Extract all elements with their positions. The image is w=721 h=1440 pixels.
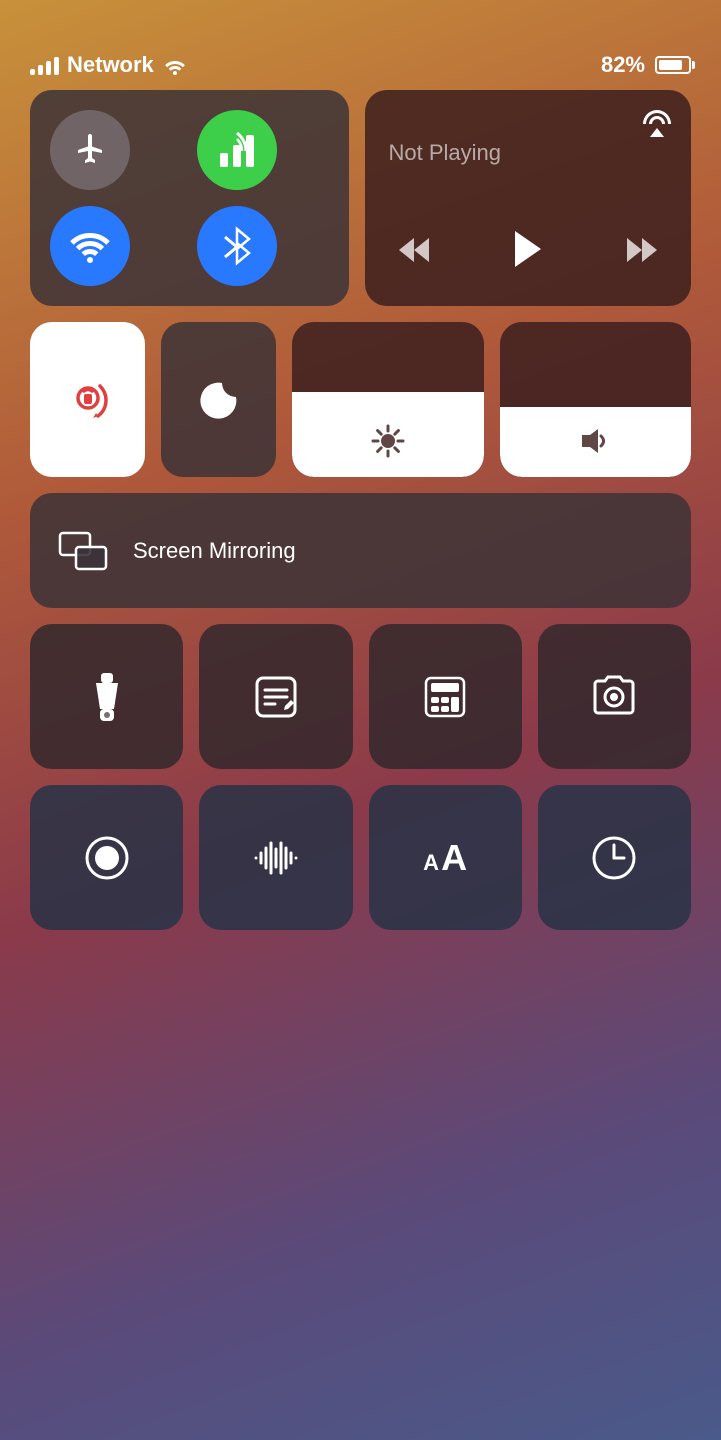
voice-memo-icon — [251, 835, 301, 881]
row-screen-mirroring: Screen Mirroring — [30, 493, 691, 608]
row-shortcuts-1 — [30, 624, 691, 769]
bar4 — [54, 57, 59, 75]
wifi-tile-icon — [68, 227, 112, 265]
screen-mirroring-icon — [58, 531, 113, 571]
volume-icon — [578, 424, 612, 458]
wifi-button[interactable] — [50, 206, 130, 286]
cellular-button[interactable] — [197, 110, 277, 190]
moon-icon — [194, 375, 244, 425]
bar3 — [46, 61, 51, 75]
airplane-mode-button[interactable] — [50, 110, 130, 190]
do-not-disturb-button[interactable] — [161, 322, 276, 477]
notes-button[interactable] — [199, 624, 352, 769]
screen-mirroring-button[interactable]: Screen Mirroring — [30, 493, 691, 608]
fast-forward-button[interactable] — [617, 228, 667, 279]
play-button[interactable] — [503, 221, 553, 286]
not-playing-label: Not Playing — [389, 140, 668, 166]
network-label: Network — [67, 52, 154, 78]
cellular-icon — [216, 131, 258, 169]
notes-icon — [253, 674, 299, 720]
flashlight-button[interactable] — [30, 624, 183, 769]
row-shortcuts-2: A A — [30, 785, 691, 930]
text-size-icon: A A — [423, 837, 467, 879]
airplay-icon[interactable] — [639, 106, 675, 142]
lock-rotation-icon — [62, 374, 114, 426]
camera-icon — [589, 675, 639, 719]
now-playing-tile[interactable]: Not Playing — [365, 90, 692, 306]
network-tile[interactable] — [30, 90, 349, 306]
brightness-icon — [371, 424, 405, 458]
battery-percentage: 82% — [601, 52, 645, 78]
volume-slider[interactable] — [500, 322, 692, 477]
row-network-media: Not Playing — [30, 90, 691, 306]
clock-icon — [591, 835, 637, 881]
status-left: Network — [30, 52, 188, 78]
airplane-icon — [70, 130, 110, 170]
signal-bars-icon — [30, 55, 59, 75]
battery-icon — [655, 56, 691, 74]
flashlight-icon — [90, 671, 124, 723]
lock-rotation-button[interactable] — [30, 322, 145, 477]
bar1 — [30, 69, 35, 75]
calculator-icon — [422, 674, 468, 720]
brightness-slider[interactable] — [292, 322, 484, 477]
bluetooth-button[interactable] — [197, 206, 277, 286]
screen-record-button[interactable] — [30, 785, 183, 930]
bar2 — [38, 65, 43, 75]
status-bar: Network 82% — [0, 0, 721, 100]
rewind-button[interactable] — [389, 228, 439, 279]
voice-memo-button[interactable] — [199, 785, 352, 930]
playback-controls — [389, 221, 668, 286]
bluetooth-icon — [218, 225, 256, 267]
row-controls — [30, 322, 691, 477]
control-center: Not Playing — [30, 90, 691, 930]
calculator-button[interactable] — [369, 624, 522, 769]
screen-record-icon — [84, 835, 130, 881]
text-size-button[interactable]: A A — [369, 785, 522, 930]
clock-button[interactable] — [538, 785, 691, 930]
screen-mirroring-label: Screen Mirroring — [133, 538, 296, 564]
status-right: 82% — [601, 52, 691, 78]
camera-button[interactable] — [538, 624, 691, 769]
wifi-status-icon — [162, 55, 188, 75]
